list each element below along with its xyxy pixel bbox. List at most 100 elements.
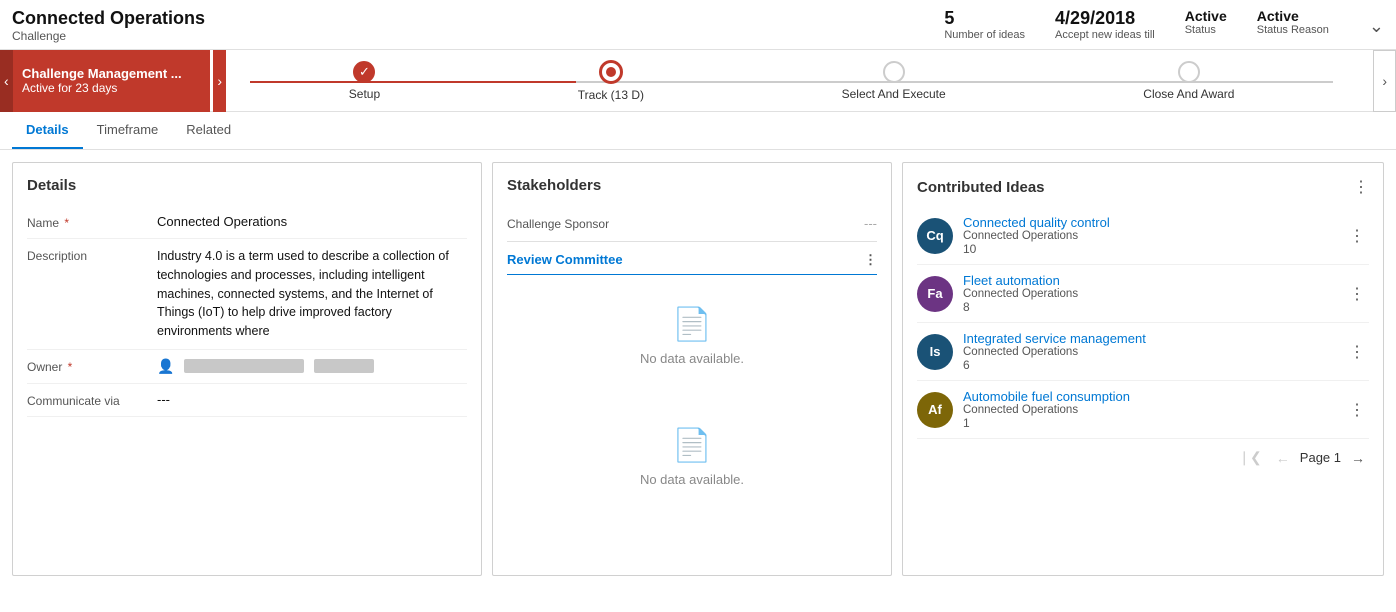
header-left: Connected Operations Challenge (12, 8, 205, 43)
details-panel: Details Name * Connected Operations Desc… (12, 162, 482, 576)
status-reason-item: Active Status Reason (1257, 8, 1329, 36)
page-first-button[interactable]: ❘❮ (1234, 447, 1265, 468)
sponsor-label: Challenge Sponsor (507, 217, 864, 231)
details-panel-title: Details (27, 177, 467, 194)
ideas-panel-menu[interactable]: ⋮ (1353, 177, 1369, 197)
idea-sub: Connected Operations (963, 404, 1335, 416)
tab-details[interactable]: Details (12, 112, 83, 149)
field-label-communicate: Communicate via (27, 392, 157, 408)
step-circle-track (599, 60, 623, 84)
idea-row[interactable]: Fa Fleet automation Connected Operations… (917, 265, 1369, 323)
no-data-text-sponsor: No data available. (640, 472, 744, 487)
field-value-owner[interactable]: 👤 (157, 358, 467, 375)
idea-sub: Connected Operations (963, 346, 1335, 358)
step-setup[interactable]: Setup (349, 61, 380, 101)
required-mark: * (61, 216, 69, 230)
idea-info: Connected quality control Connected Oper… (963, 215, 1335, 256)
progress-line-active (250, 81, 576, 83)
header-right: 5 Number of ideas 4/29/2018 Accept new i… (944, 8, 1384, 41)
field-communicate: Communicate via --- (27, 384, 467, 417)
page-label: Page 1 (1300, 450, 1341, 465)
idea-avatar: Cq (917, 218, 953, 254)
idea-row[interactable]: Cq Connected quality control Connected O… (917, 207, 1369, 265)
field-value-name[interactable]: Connected Operations (157, 214, 467, 229)
field-owner: Owner * 👤 (27, 350, 467, 384)
accept-date: 4/29/2018 Accept new ideas till (1055, 8, 1155, 41)
sponsor-value: --- (864, 216, 877, 231)
no-data-icon-sponsor: 📄 (672, 426, 712, 464)
idea-row[interactable]: Is Integrated service management Connect… (917, 323, 1369, 381)
field-value-description[interactable]: Industry 4.0 is a term used to describe … (157, 247, 467, 341)
progress-prev-button[interactable]: ‹ (0, 50, 13, 112)
progress-sidebar-next-button[interactable]: › (213, 50, 226, 112)
sponsor-no-data: 📄 No data available. (507, 396, 877, 517)
contributed-ideas-panel: Contributed Ideas ⋮ Cq Connected quality… (902, 162, 1384, 576)
step-circle-select (883, 61, 905, 83)
idea-info: Automobile fuel consumption Connected Op… (963, 389, 1335, 430)
required-mark-owner: * (64, 360, 72, 374)
idea-menu-button[interactable]: ⋮ (1345, 398, 1369, 422)
stakeholders-panel-title: Stakeholders (507, 177, 877, 194)
idea-info: Fleet automation Connected Operations 8 (963, 273, 1335, 314)
ideas-count: 5 Number of ideas (944, 8, 1025, 41)
field-description: Description Industry 4.0 is a term used … (27, 239, 467, 350)
field-value-communicate[interactable]: --- (157, 392, 467, 407)
step-circle-setup (353, 61, 375, 83)
step-track[interactable]: Track (13 D) (578, 60, 644, 102)
expand-icon[interactable]: ⌄ (1369, 16, 1384, 37)
main-content: Details Name * Connected Operations Desc… (0, 150, 1396, 588)
field-label-description: Description (27, 247, 157, 263)
step-label-select: Select And Execute (842, 87, 946, 101)
tab-related[interactable]: Related (172, 112, 245, 149)
review-committee-label: Review Committee (507, 252, 623, 268)
idea-avatar: Is (917, 334, 953, 370)
page-next-button[interactable]: → (1347, 448, 1369, 468)
stakeholders-panel: Stakeholders Challenge Sponsor --- Revie… (492, 162, 892, 576)
step-label-track: Track (13 D) (578, 88, 644, 102)
idea-name[interactable]: Fleet automation (963, 273, 1335, 288)
review-committee-section: Review Committee ⋮ (507, 242, 877, 275)
tab-bar: Details Timeframe Related (0, 112, 1396, 150)
page-subtitle: Challenge (12, 29, 205, 43)
idea-info: Integrated service management Connected … (963, 331, 1335, 372)
progress-track: Setup Track (13 D) Select And Execute Cl… (210, 50, 1373, 112)
review-committee-no-data: 📄 No data available. (507, 275, 877, 396)
status-group: Active Status Active Status Reason (1185, 8, 1329, 36)
tab-timeframe[interactable]: Timeframe (83, 112, 173, 149)
step-close[interactable]: Close And Award (1143, 61, 1234, 101)
status-item: Active Status (1185, 8, 1227, 36)
idea-menu-button[interactable]: ⋮ (1345, 282, 1369, 306)
field-label-owner: Owner * (27, 358, 157, 374)
step-select[interactable]: Select And Execute (842, 61, 946, 101)
person-icon: 👤 (157, 358, 174, 375)
step-label-close: Close And Award (1143, 87, 1234, 101)
pagination: ❘❮ ← Page 1 → (917, 439, 1369, 468)
idea-avatar: Af (917, 392, 953, 428)
ideas-list: Cq Connected quality control Connected O… (917, 207, 1369, 439)
step-label-setup: Setup (349, 87, 380, 101)
idea-name[interactable]: Integrated service management (963, 331, 1335, 346)
owner-name-blurred-2 (314, 359, 374, 373)
progress-title: Challenge Management ... (22, 66, 198, 81)
field-name: Name * Connected Operations (27, 206, 467, 239)
idea-count: 6 (963, 358, 1335, 372)
ideas-panel-title: Contributed Ideas (917, 179, 1045, 196)
owner-name-blurred (184, 359, 304, 373)
progress-subtitle: Active for 23 days (22, 81, 198, 95)
idea-menu-button[interactable]: ⋮ (1345, 340, 1369, 364)
idea-count: 8 (963, 300, 1335, 314)
idea-count: 10 (963, 242, 1335, 256)
no-data-icon-committee: 📄 (672, 305, 712, 343)
idea-name[interactable]: Connected quality control (963, 215, 1335, 230)
idea-name[interactable]: Automobile fuel consumption (963, 389, 1335, 404)
page-prev-button[interactable]: ← (1272, 448, 1294, 468)
no-data-text-committee: No data available. (640, 351, 744, 366)
page-title: Connected Operations (12, 8, 205, 29)
progress-next-button[interactable]: › (1373, 50, 1396, 112)
review-committee-menu[interactable]: ⋮ (864, 252, 877, 268)
progress-section: ‹ Challenge Management ... Active for 23… (0, 50, 1396, 112)
idea-row[interactable]: Af Automobile fuel consumption Connected… (917, 381, 1369, 439)
idea-sub: Connected Operations (963, 230, 1335, 242)
idea-menu-button[interactable]: ⋮ (1345, 224, 1369, 248)
idea-count: 1 (963, 416, 1335, 430)
